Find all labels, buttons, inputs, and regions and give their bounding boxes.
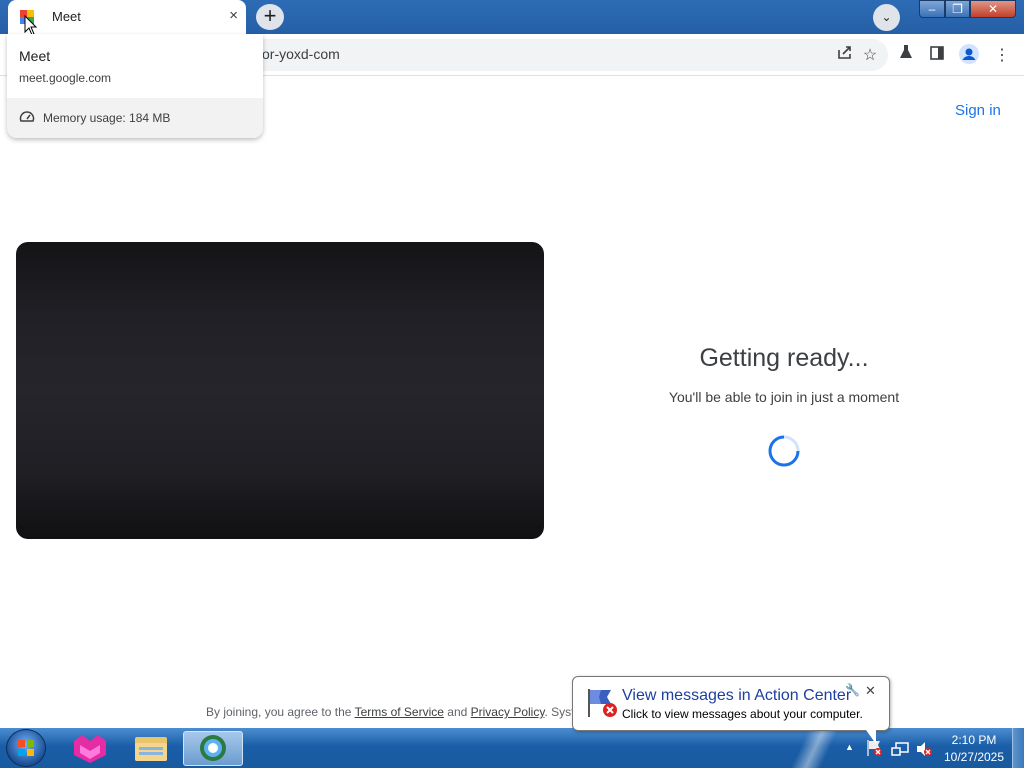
minimize-button[interactable]: – (919, 0, 945, 18)
loading-spinner-icon (768, 435, 800, 467)
notification-tail (866, 730, 876, 744)
tab-meet[interactable]: Meet × (8, 0, 246, 34)
terms-link[interactable]: Terms of Service (355, 705, 444, 719)
clock-time[interactable]: 2:10 PM (938, 733, 1010, 747)
taskbar-glare (770, 728, 850, 768)
footer-prefix: By joining, you agree to the (206, 705, 352, 719)
taskbar-app-explorer[interactable] (121, 731, 181, 766)
url-text[interactable]: or-yoxd-com (262, 46, 340, 62)
status-subtitle: You'll be able to join in just a moment (668, 389, 900, 405)
notification-title[interactable]: View messages in Action Center (622, 687, 851, 705)
status-title: Getting ready... (699, 344, 869, 372)
restore-button[interactable]: ❐ (945, 0, 970, 18)
tray-expand-icon[interactable]: ▲ (845, 742, 854, 752)
close-window-button[interactable]: ✕ (970, 0, 1016, 18)
gauge-icon (19, 111, 35, 122)
chrome-globe-icon (200, 735, 226, 761)
video-preview (16, 242, 544, 539)
hovercard-memory-row: Memory usage: 184 MB (7, 98, 263, 138)
action-center-notification[interactable]: View messages in Action Center Click to … (572, 676, 890, 731)
sign-in-link[interactable]: Sign in (955, 102, 1001, 119)
share-icon[interactable] (833, 44, 857, 68)
action-center-flag-large-icon (588, 689, 617, 717)
volume-muted-icon[interactable] (915, 740, 933, 758)
footer-and: and (447, 705, 468, 719)
browser-fox-icon (74, 735, 106, 763)
new-tab-button[interactable]: + (256, 4, 284, 30)
labs-flask-icon[interactable] (894, 44, 918, 68)
tab-search-button[interactable]: ⌄ (873, 4, 900, 31)
hovercard-memory-text: Memory usage: 184 MB (43, 111, 171, 125)
folder-icon (135, 737, 167, 761)
taskbar-app-chrome[interactable] (183, 731, 243, 766)
side-panel-icon[interactable] (925, 44, 949, 68)
taskbar-app-firefox[interactable] (60, 731, 120, 766)
start-button[interactable] (6, 729, 46, 767)
windows-logo-icon (18, 740, 34, 756)
privacy-link[interactable]: Privacy Policy (471, 705, 545, 719)
show-desktop-button[interactable] (1012, 728, 1024, 768)
clock-date[interactable]: 10/27/2025 (938, 750, 1010, 764)
hovercard-title: Meet (19, 48, 51, 64)
notification-close-icon[interactable]: ✕ (865, 683, 876, 699)
more-menu-icon[interactable]: ⋮ (990, 44, 1014, 68)
notification-subtitle: Click to view messages about your comput… (622, 707, 863, 721)
profile-avatar-icon[interactable] (957, 44, 981, 68)
notification-wrench-icon[interactable]: 🔧 (845, 683, 860, 697)
tab-hover-card: Meet meet.google.com Memory usage: 184 M… (7, 34, 263, 138)
hovercard-url: meet.google.com (19, 71, 112, 85)
tab-title: Meet (52, 9, 81, 24)
terms-footer: By joining, you agree to the Terms of Se… (206, 705, 581, 719)
network-icon[interactable] (891, 740, 909, 758)
bookmark-star-icon[interactable]: ☆ (858, 44, 882, 68)
tab-close-icon[interactable]: × (229, 7, 238, 24)
